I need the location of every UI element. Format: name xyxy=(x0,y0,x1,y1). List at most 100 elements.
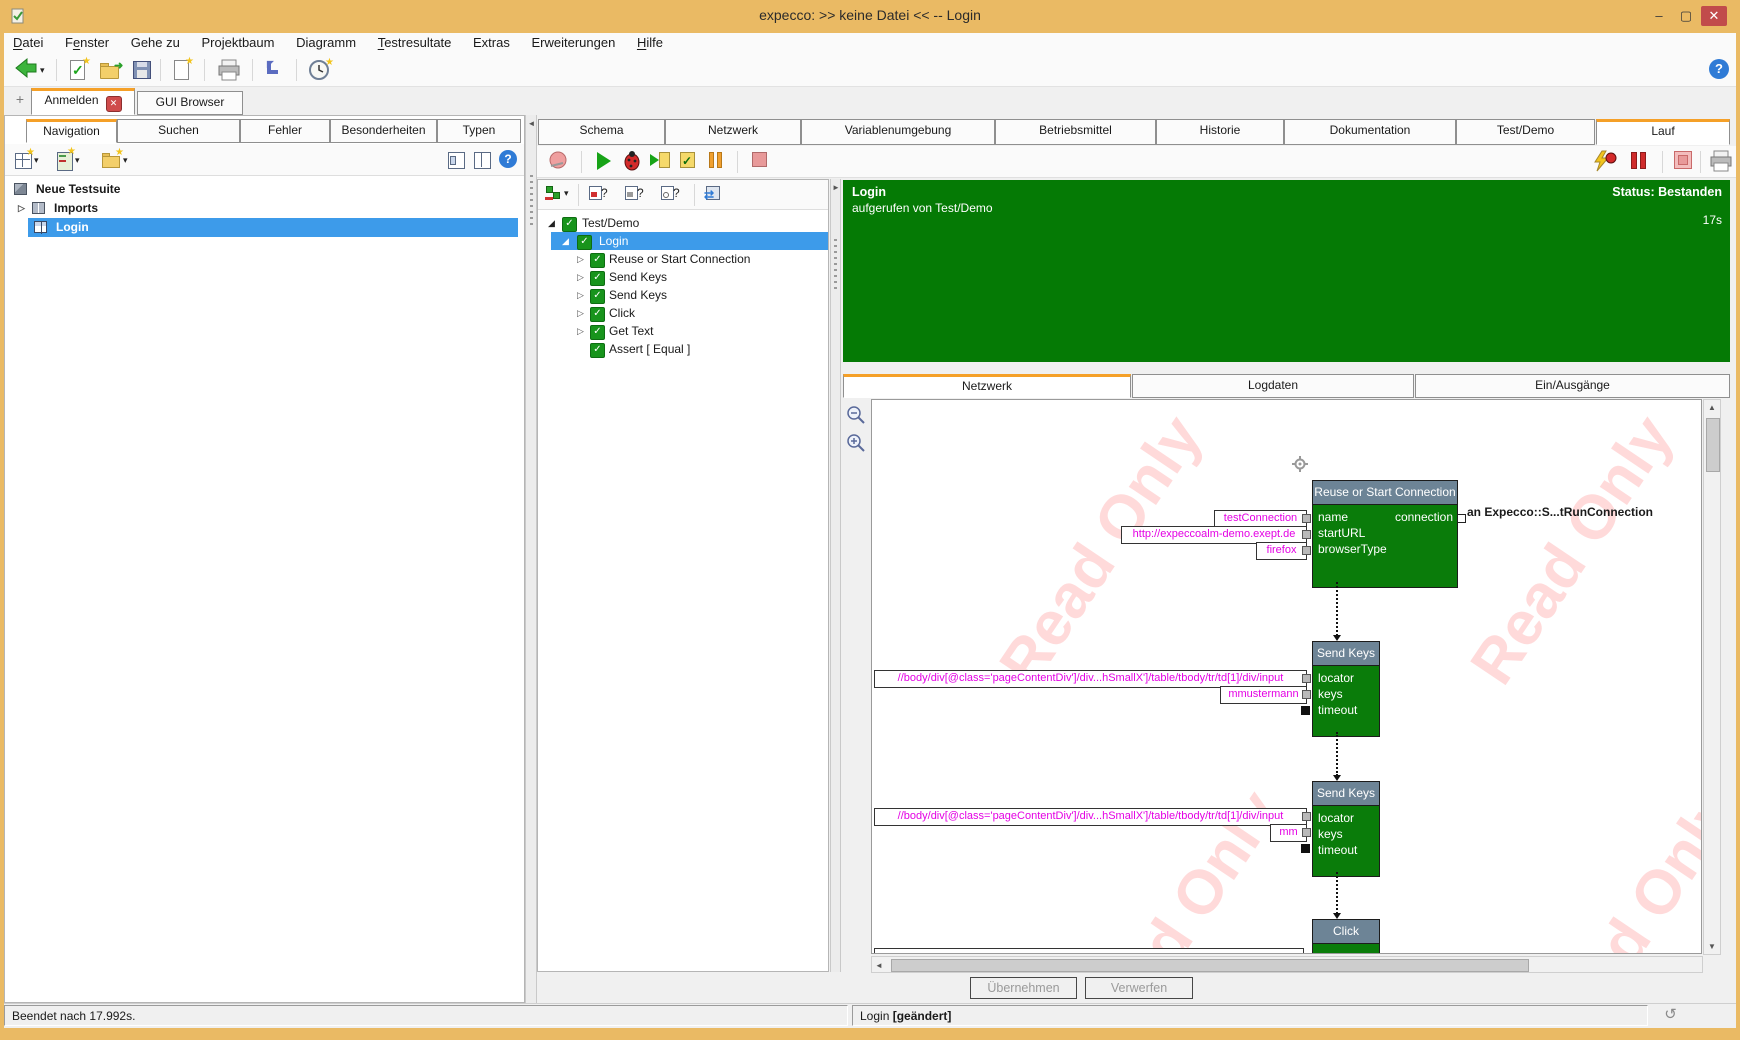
input-pin[interactable] xyxy=(1302,812,1311,821)
left-tab-besonderheiten[interactable]: Besonderheiten xyxy=(330,119,437,143)
left-tab-navigation[interactable]: Navigation xyxy=(26,119,117,143)
left-tab-fehler[interactable]: Fehler xyxy=(240,119,330,143)
step-row[interactable]: ▷ ✓ Send Keys xyxy=(551,268,821,286)
value-box-clipped[interactable] xyxy=(874,948,1304,954)
center-tab-variablenumgebung[interactable]: Variablenumgebung xyxy=(801,119,995,145)
run-pause-button[interactable] xyxy=(1627,149,1653,175)
input-pin-label[interactable]: timeout xyxy=(1318,702,1357,718)
input-pin-unset[interactable] xyxy=(1301,706,1310,715)
menu-extras[interactable]: Extras xyxy=(464,33,519,53)
network-diagram-canvas[interactable]: Read Only Read Only Read Only Read Only … xyxy=(871,399,1702,954)
maximize-button[interactable]: ▢ xyxy=(1673,6,1699,26)
expander-open-icon[interactable]: ◢ xyxy=(548,214,555,233)
tab-gui-browser[interactable]: GUI Browser xyxy=(137,91,243,115)
value-box[interactable]: firefox xyxy=(1256,542,1307,560)
hscroll-thumb[interactable] xyxy=(891,959,1529,972)
input-pin-label[interactable]: startURL xyxy=(1318,525,1365,541)
step-into-button[interactable] xyxy=(649,149,675,175)
block-reuse-or-start-connection[interactable]: Reuse or Start Connection nameconnection… xyxy=(1312,480,1458,588)
input-pin[interactable] xyxy=(1302,530,1311,539)
input-pin[interactable] xyxy=(1302,514,1311,523)
expander-open-icon[interactable]: ◢ xyxy=(562,232,569,251)
center-tab-test-demo[interactable]: Test/Demo xyxy=(1456,119,1595,145)
step-row[interactable]: ✓ Assert [ Equal ] xyxy=(551,340,821,358)
debug-button[interactable] xyxy=(621,149,647,175)
checkbox-checked-icon[interactable]: ✓ xyxy=(590,271,605,286)
close-button[interactable]: ✕ xyxy=(1701,6,1727,26)
run-tab-netzwerk[interactable]: Netzwerk xyxy=(843,374,1131,398)
checkbox-checked-icon[interactable]: ✓ xyxy=(577,235,592,250)
save-button[interactable] xyxy=(130,57,156,83)
input-pin-label[interactable]: timeout xyxy=(1318,842,1357,858)
find-unconnected-output-button[interactable]: ? xyxy=(624,182,650,208)
run-to-button[interactable]: ✓ xyxy=(677,149,703,175)
expander-icon[interactable]: ▷ xyxy=(577,304,584,323)
step-row[interactable]: ▷ ✓ Get Text xyxy=(551,322,821,340)
discard-button[interactable]: Verwerfen xyxy=(1085,977,1193,999)
center-tab-schema[interactable]: Schema xyxy=(538,119,665,145)
splitter-center[interactable]: ► xyxy=(830,179,841,972)
expander-icon[interactable]: ▷ xyxy=(577,268,584,287)
scroll-left-icon[interactable]: ◄ xyxy=(875,961,883,970)
input-pin-unset[interactable] xyxy=(1301,844,1310,853)
undo-button[interactable] xyxy=(262,57,288,83)
splitter-left[interactable]: ◄ xyxy=(525,115,537,1003)
center-tab-historie[interactable]: Historie xyxy=(1156,119,1284,145)
back-button[interactable]: ▾ xyxy=(14,57,40,83)
left-tab-typen[interactable]: Typen xyxy=(437,119,521,143)
block-send-keys-2[interactable]: Send Keys locator keys timeout xyxy=(1312,781,1380,877)
layout-left-button[interactable] xyxy=(445,147,471,173)
history-refresh-icon[interactable]: ↺ xyxy=(1660,1005,1681,1026)
checkbox-checked-icon[interactable]: ✓ xyxy=(590,289,605,304)
block-click[interactable]: Click xyxy=(1312,919,1380,954)
zoom-in-button[interactable] xyxy=(845,432,867,454)
run-button[interactable] xyxy=(593,149,619,175)
vscroll-thumb[interactable] xyxy=(1706,418,1720,472)
checkbox-checked-icon[interactable]: ✓ xyxy=(590,307,605,322)
left-tab-suchen[interactable]: Suchen xyxy=(117,119,240,143)
tab-anmelden[interactable]: Anmelden✕ xyxy=(31,88,135,115)
print-button[interactable] xyxy=(216,57,242,83)
expander-icon[interactable]: ▷ xyxy=(577,250,584,269)
step-root[interactable]: ◢ ✓ Test/Demo xyxy=(548,214,818,232)
expander-icon[interactable]: ▷ xyxy=(18,199,25,218)
menu-erweiterungen[interactable]: Erweiterungen xyxy=(522,33,624,53)
menu-datei[interactable]: Datei xyxy=(4,33,52,53)
value-box[interactable]: mmustermann xyxy=(1220,686,1307,704)
checkbox-checked-icon[interactable]: ✓ xyxy=(590,253,605,268)
input-pin-label[interactable]: browserType xyxy=(1318,541,1387,557)
new-item-button[interactable]: ★ ▾ xyxy=(13,147,39,173)
input-pin[interactable] xyxy=(1302,828,1311,837)
block-send-keys-1[interactable]: Send Keys locator keys timeout xyxy=(1312,641,1380,737)
center-tab-dokumentation[interactable]: Dokumentation xyxy=(1284,119,1456,145)
checkbox-checked-icon[interactable]: ✓ xyxy=(562,217,577,232)
new-testsuite-button[interactable]: ✓ ★ xyxy=(66,57,92,83)
debug-fast-button[interactable] xyxy=(1592,149,1618,175)
menu-testresultate[interactable]: Testresultate xyxy=(369,33,461,53)
expander-icon[interactable]: ▷ xyxy=(577,286,584,305)
step-row[interactable]: ▷ ✓ Click xyxy=(551,304,821,322)
input-pin-label[interactable]: keys xyxy=(1318,686,1343,702)
open-file-button[interactable]: ➜ xyxy=(98,57,124,83)
step-row[interactable]: ▷ ✓ Send Keys xyxy=(551,286,821,304)
step-row[interactable]: ▷ ✓ Reuse or Start Connection xyxy=(551,250,821,268)
input-pin[interactable] xyxy=(1302,674,1311,683)
checkbox-checked-icon[interactable]: ✓ xyxy=(590,325,605,340)
diagram-hscrollbar[interactable]: ◄ xyxy=(871,956,1703,973)
menu-gehe-zu[interactable]: Gehe zu xyxy=(122,33,189,53)
diagram-vscrollbar[interactable]: ▲ ▼ xyxy=(1703,399,1721,955)
center-tab-lauf[interactable]: Lauf xyxy=(1596,119,1730,145)
left-help-button[interactable]: ? xyxy=(499,150,517,168)
scroll-up-icon[interactable]: ▲ xyxy=(1704,403,1720,412)
zoom-out-button[interactable] xyxy=(845,404,867,426)
close-tab-icon[interactable]: ✕ xyxy=(106,96,122,112)
find-unassigned-button[interactable]: ? xyxy=(660,182,686,208)
checkbox-checked-icon[interactable]: ✓ xyxy=(590,343,605,358)
step-login-selected[interactable]: ◢ ✓ Login xyxy=(551,232,828,250)
add-view-button[interactable]: + xyxy=(12,91,28,107)
menu-diagramm[interactable]: Diagramm xyxy=(287,33,365,53)
layout-split-button[interactable] xyxy=(471,147,497,173)
gear-icon[interactable] xyxy=(1292,456,1308,477)
input-pin[interactable] xyxy=(1302,690,1311,699)
minimize-button[interactable]: – xyxy=(1646,6,1672,26)
